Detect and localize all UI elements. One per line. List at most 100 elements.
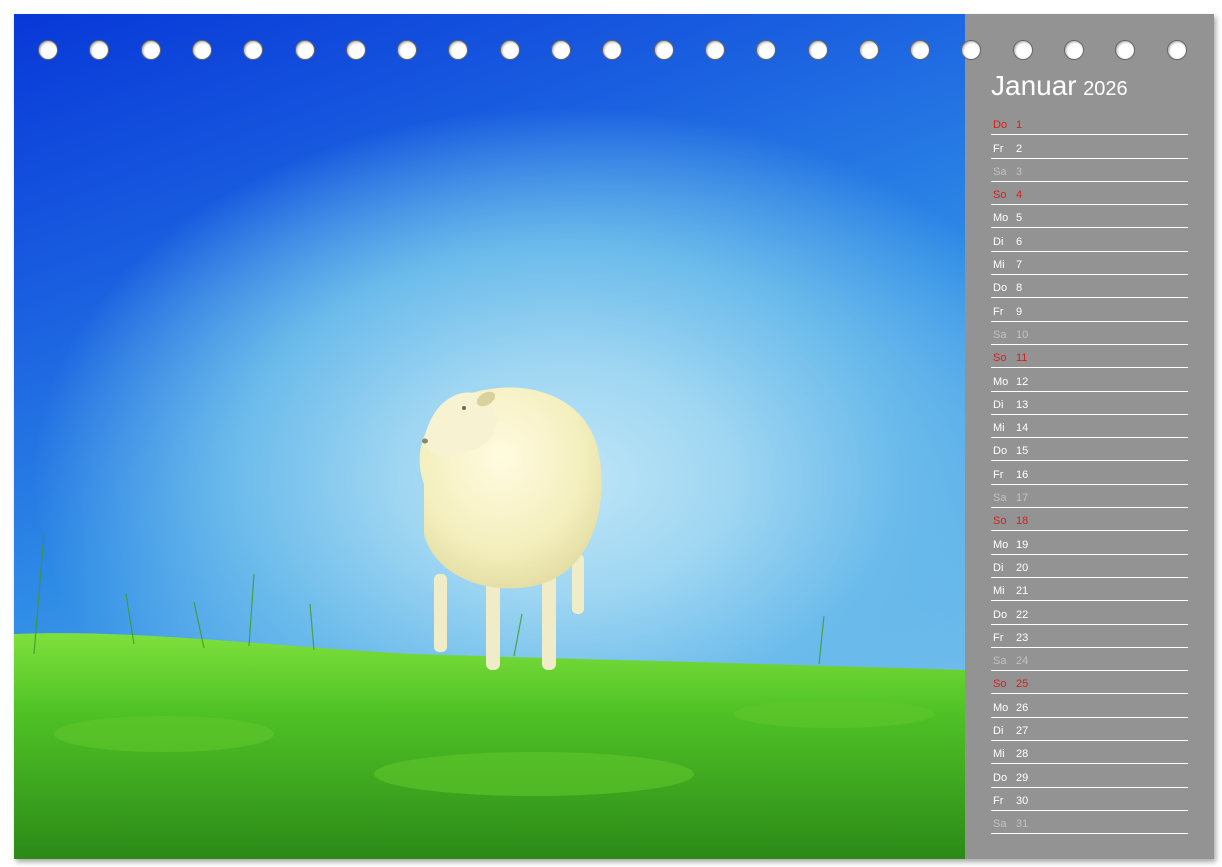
day-number: 7 bbox=[1016, 259, 1023, 272]
day-row: Mo 19 bbox=[991, 531, 1188, 555]
day-row: Do 1 bbox=[991, 112, 1188, 136]
weekday-label: Fr bbox=[993, 631, 1004, 644]
weekday-label: Di bbox=[993, 398, 1004, 411]
day-number: 15 bbox=[1016, 445, 1029, 458]
day-row: Di 27 bbox=[991, 718, 1188, 742]
day-number: 30 bbox=[1016, 794, 1029, 807]
day-number: 27 bbox=[1016, 725, 1029, 738]
day-number: 8 bbox=[1016, 282, 1023, 295]
day-row: So 25 bbox=[991, 671, 1188, 695]
day-number: 31 bbox=[1016, 818, 1029, 831]
day-number: 16 bbox=[1016, 468, 1029, 481]
day-row: Mo 12 bbox=[991, 368, 1188, 392]
weekday-label: Mi bbox=[993, 259, 1005, 272]
month-year: 2026 bbox=[1083, 78, 1128, 100]
day-row: Di 13 bbox=[991, 392, 1188, 415]
weekday-label: Do bbox=[993, 445, 1008, 458]
day-number: 28 bbox=[1016, 748, 1029, 761]
day-row: Mo 5 bbox=[991, 205, 1188, 229]
day-number: 9 bbox=[1016, 305, 1023, 318]
calendar-sidebar: Januar 2026 Do 1 Fr 2 Sa 3 So 4 Mo 5 Di 6 Mi 7 Do 8 Fr 9 S… bbox=[965, 14, 1214, 859]
day-number: 11 bbox=[1016, 352, 1028, 365]
day-row: Mi 14 bbox=[991, 415, 1188, 439]
weekday-label: Mi bbox=[993, 422, 1005, 435]
calendar-page: Januar 2026 Do 1 Fr 2 Sa 3 So 4 Mo 5 Di 6 Mi 7 Do 8 Fr 9 S… bbox=[14, 14, 1214, 859]
weekday-label: Di bbox=[993, 725, 1004, 738]
weekday-label: Mo bbox=[993, 375, 1009, 388]
day-row: Mi 28 bbox=[991, 741, 1188, 765]
weekday-label: Do bbox=[993, 119, 1008, 132]
day-row: Fr 30 bbox=[991, 788, 1188, 811]
day-number: 14 bbox=[1016, 422, 1029, 435]
day-row: Do 15 bbox=[991, 438, 1188, 462]
day-row: Mi 21 bbox=[991, 578, 1188, 602]
weekday-label: Sa bbox=[993, 165, 1007, 178]
weekday-label: So bbox=[993, 189, 1007, 202]
weekday-label: Di bbox=[993, 561, 1004, 574]
day-row: Fr 23 bbox=[991, 625, 1188, 648]
weekday-label: Fr bbox=[993, 142, 1004, 155]
weekday-label: So bbox=[993, 678, 1007, 691]
day-number: 21 bbox=[1016, 585, 1029, 598]
day-number: 3 bbox=[1016, 165, 1023, 178]
day-row: Mi 7 bbox=[991, 252, 1188, 276]
day-number: 29 bbox=[1016, 771, 1029, 784]
day-number: 10 bbox=[1016, 328, 1029, 341]
day-row: Fr 9 bbox=[991, 298, 1188, 322]
day-number: 6 bbox=[1016, 235, 1023, 248]
day-row: Sa 3 bbox=[991, 159, 1188, 182]
weekday-label: Fr bbox=[993, 305, 1004, 318]
weekday-label: Sa bbox=[993, 492, 1007, 505]
day-number: 2 bbox=[1016, 142, 1023, 155]
weekday-label: Mo bbox=[993, 701, 1009, 714]
weekday-label: Sa bbox=[993, 818, 1007, 831]
weekday-label: Do bbox=[993, 608, 1008, 621]
sheep-photo bbox=[14, 14, 965, 859]
day-row: Sa 31 bbox=[991, 811, 1188, 835]
day-row: Sa 24 bbox=[991, 648, 1188, 672]
weekday-label: Di bbox=[993, 235, 1004, 248]
weekday-label: Fr bbox=[993, 794, 1004, 807]
weekday-label: Fr bbox=[993, 468, 1004, 481]
weekday-label: Do bbox=[993, 282, 1008, 295]
weekday-label: Sa bbox=[993, 328, 1007, 341]
weekday-label: Sa bbox=[993, 655, 1007, 668]
day-row: Di 6 bbox=[991, 228, 1188, 252]
day-number: 26 bbox=[1016, 701, 1029, 714]
day-number: 12 bbox=[1016, 375, 1029, 388]
day-number: 23 bbox=[1016, 631, 1029, 644]
day-row: Fr 2 bbox=[991, 135, 1188, 159]
day-number: 22 bbox=[1016, 608, 1029, 621]
day-number: 4 bbox=[1016, 189, 1023, 202]
weekday-label: Mo bbox=[993, 212, 1009, 225]
weekday-label: Mo bbox=[993, 538, 1009, 551]
day-row: Do 22 bbox=[991, 601, 1188, 625]
day-row: Di 20 bbox=[991, 555, 1188, 578]
day-row: Mo 26 bbox=[991, 694, 1188, 718]
weekday-label: So bbox=[993, 352, 1007, 365]
day-number: 18 bbox=[1016, 515, 1029, 528]
day-row: So 18 bbox=[991, 508, 1188, 532]
sheep-on-dike-image bbox=[14, 387, 965, 859]
day-row: Do 29 bbox=[991, 764, 1188, 788]
day-row: So 4 bbox=[991, 182, 1188, 206]
day-number: 24 bbox=[1016, 655, 1029, 668]
day-number: 17 bbox=[1016, 492, 1029, 505]
day-list: Do 1 Fr 2 Sa 3 So 4 Mo 5 Di 6 Mi 7 Do 8 Fr 9 Sa 10 So 11 Mo 12 D… bbox=[991, 112, 1188, 835]
day-row: So 11 bbox=[991, 345, 1188, 369]
day-number: 25 bbox=[1016, 678, 1029, 691]
day-row: Sa 10 bbox=[991, 322, 1188, 345]
day-row: Sa 17 bbox=[991, 485, 1188, 509]
day-number: 1 bbox=[1016, 119, 1023, 132]
weekday-label: So bbox=[993, 515, 1007, 528]
day-row: Do 8 bbox=[991, 275, 1188, 299]
weekday-label: Mi bbox=[993, 748, 1005, 761]
weekday-label: Do bbox=[993, 771, 1008, 784]
day-number: 19 bbox=[1016, 538, 1029, 551]
weekday-label: Mi bbox=[993, 585, 1005, 598]
day-number: 5 bbox=[1016, 212, 1023, 225]
month-name: Januar bbox=[991, 70, 1077, 101]
month-title: Januar 2026 bbox=[991, 70, 1128, 102]
day-row: Fr 16 bbox=[991, 461, 1188, 485]
day-number: 13 bbox=[1016, 398, 1029, 411]
